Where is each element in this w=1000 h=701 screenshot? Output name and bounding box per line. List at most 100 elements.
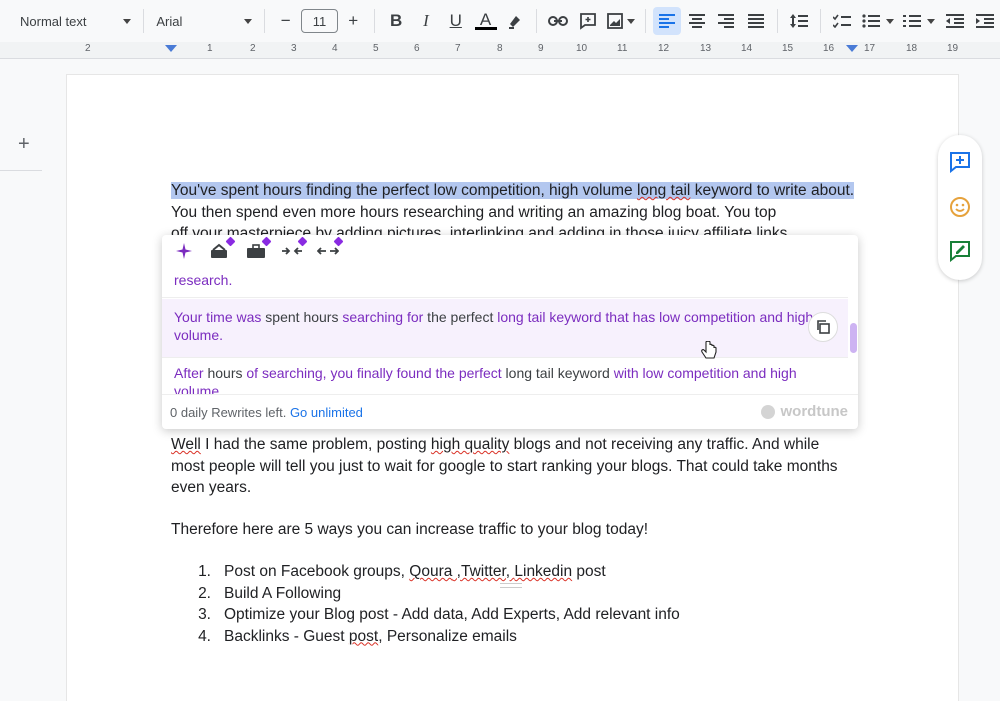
list-text: post	[572, 563, 606, 580]
font-family-label: Arial	[156, 13, 183, 29]
horizontal-ruler[interactable]: 2 1 2 3 4 5 6 7 8 9 10 11 12 13 14 15 16…	[0, 42, 1000, 59]
emoji-reaction-icon[interactable]	[949, 196, 971, 218]
formatting-toolbar: Normal text Arial − 11 + B I U A	[0, 0, 1000, 42]
add-comment-button[interactable]	[574, 7, 602, 35]
justify-button[interactable]	[742, 7, 770, 35]
toolbar-divider	[143, 9, 145, 33]
toolbar-divider	[644, 9, 646, 33]
toolbar-divider	[374, 9, 376, 33]
checklist-icon	[832, 14, 851, 28]
list-item[interactable]: 2. Build A Following	[171, 583, 680, 605]
selected-text-part: keyword to write about.	[690, 182, 855, 199]
add-tab-button[interactable]: +	[18, 133, 30, 156]
selected-text-part: long tail	[636, 182, 691, 199]
align-right-button[interactable]	[712, 7, 740, 35]
ruler-number: 3	[291, 43, 297, 54]
link-icon	[548, 16, 569, 26]
decrease-indent-button[interactable]	[941, 7, 969, 35]
list-text: Linkedin	[514, 563, 573, 580]
paragraph-style-select[interactable]: Normal text	[14, 7, 137, 35]
list-number: 1.	[198, 563, 211, 580]
list-item[interactable]: 3. Optimize your Blog post - Add data, A…	[171, 604, 680, 626]
rewrite-option-hovered[interactable]: Your time was spent hours searching for …	[162, 299, 848, 357]
rewrite-changed-text: of searching, you finally found the perf…	[246, 365, 502, 381]
paragraph-intro-list[interactable]: Therefore here are 5 ways you can increa…	[171, 519, 861, 541]
rewrite-text: the perfect	[423, 309, 498, 325]
toolbar-divider	[263, 9, 265, 33]
image-icon	[606, 13, 623, 29]
rewrite-text: hours	[203, 365, 247, 381]
font-family-select[interactable]: Arial	[150, 7, 257, 35]
list-item-text: Post on Facebook groups, Qoura ,Twitter,…	[224, 561, 606, 583]
rewrite-tool-button[interactable]	[168, 238, 200, 264]
formal-tone-button[interactable]	[240, 236, 272, 264]
ruler-number: 14	[741, 43, 753, 54]
insert-link-button[interactable]	[544, 7, 572, 35]
briefcase-icon	[247, 244, 265, 258]
expand-button[interactable]	[312, 236, 344, 264]
checklist-button[interactable]	[828, 7, 856, 35]
increase-indent-button[interactable]	[971, 7, 999, 35]
text-color-swatch	[474, 26, 497, 30]
decrease-font-size-button[interactable]: −	[272, 7, 300, 35]
ruler-number: 6	[414, 43, 420, 54]
marker-icon	[509, 16, 521, 29]
increase-font-size-button[interactable]: +	[339, 7, 367, 35]
ruler-number: 8	[497, 43, 503, 54]
list-text: Qoura	[409, 563, 453, 580]
option-divider	[162, 297, 848, 298]
toolbar-divider	[777, 9, 779, 33]
list-number: 2.	[198, 584, 211, 602]
rewrites-left-text: 0 daily Rewrites left.	[170, 405, 290, 420]
chevron-down-icon	[123, 18, 132, 24]
sparkle-icon	[176, 243, 192, 259]
list-item[interactable]: 4. Backlinks - Guest post, Personalize e…	[171, 626, 680, 648]
underline-button[interactable]: U	[442, 7, 470, 35]
options-scrollbar[interactable]	[850, 323, 857, 353]
suggest-edits-icon[interactable]	[949, 240, 971, 262]
option-divider	[162, 357, 848, 358]
list-text: Backlinks - Guest	[224, 627, 349, 645]
paragraph-problem[interactable]: Well I had the same problem, posting hig…	[171, 434, 851, 499]
outdent-icon	[946, 14, 965, 28]
text-color-letter: A	[479, 9, 492, 29]
wordtune-footer: 0 daily Rewrites left. Go unlimited word…	[162, 394, 858, 588]
shorten-button[interactable]	[276, 236, 308, 264]
ruler-number: 1	[207, 43, 213, 54]
copy-button[interactable]	[808, 312, 838, 342]
add-comment-icon[interactable]	[949, 151, 971, 173]
ruler-number: 18	[906, 43, 918, 54]
align-left-button[interactable]	[652, 7, 681, 35]
font-size-input[interactable]: 11	[300, 9, 339, 33]
rewrite-text: long tail keyword	[501, 365, 614, 381]
outline-divider	[0, 170, 42, 171]
numbered-list[interactable]: 1. Post on Facebook groups, Qoura ,Twitt…	[171, 561, 680, 647]
list-item[interactable]: 1. Post on Facebook groups, Qoura ,Twitt…	[171, 561, 680, 583]
right-indent-marker[interactable]	[846, 45, 858, 52]
left-indent-marker[interactable]	[165, 45, 177, 52]
chevron-down-icon	[626, 18, 635, 24]
wordtune-toolbar	[162, 235, 858, 267]
bulleted-list-button[interactable]	[858, 7, 898, 35]
paragraph-text: Well	[171, 436, 201, 453]
chevron-down-icon	[885, 18, 894, 24]
line-spacing-button[interactable]	[785, 7, 813, 35]
casual-tone-button[interactable]	[204, 236, 236, 264]
text-color-button[interactable]: A	[472, 7, 500, 35]
go-unlimited-link[interactable]: Go unlimited	[290, 405, 363, 420]
align-center-button[interactable]	[683, 7, 711, 35]
chevron-down-icon	[243, 18, 252, 24]
toolbar-divider	[819, 9, 821, 33]
rewrite-option[interactable]: research.	[162, 271, 848, 289]
selected-text[interactable]: You've spent hours finding the perfect l…	[171, 182, 855, 199]
rewrite-option[interactable]: After hours of searching, you finally fo…	[162, 364, 848, 394]
italic-button[interactable]: I	[412, 7, 440, 35]
numbered-list-button[interactable]	[900, 7, 940, 35]
insert-image-button[interactable]	[604, 7, 638, 35]
list-text: post	[348, 627, 379, 645]
chevron-down-icon	[927, 18, 936, 24]
highlight-color-button[interactable]	[502, 7, 530, 35]
align-left-icon	[658, 14, 675, 28]
bold-button[interactable]: B	[382, 7, 410, 35]
list-text: ,Twitter,	[452, 563, 515, 580]
